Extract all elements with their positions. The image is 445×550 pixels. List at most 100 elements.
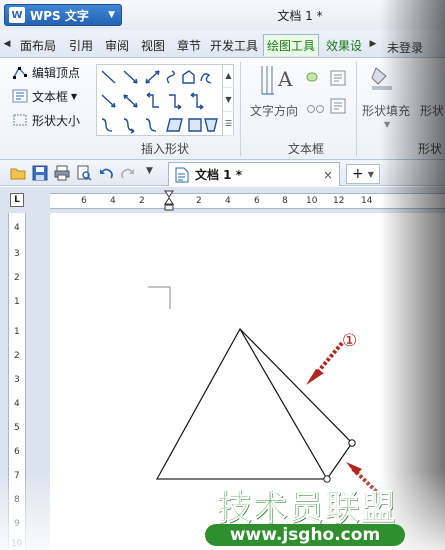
shape-size-icon <box>12 113 28 127</box>
open-folder-icon[interactable] <box>10 165 26 181</box>
textbox-link-icon[interactable] <box>306 70 322 87</box>
shape-outline-label[interactable]: 形状 <box>420 102 444 119</box>
tab-references[interactable]: 引用 <box>64 34 98 56</box>
tab-effects[interactable]: 效果设 <box>321 34 367 56</box>
svg-text:A: A <box>277 67 293 91</box>
window-title: 文档 1 * <box>277 9 323 23</box>
plus-icon: + <box>352 166 364 182</box>
insert-shapes-group-label: 插入形状 <box>140 142 189 156</box>
customize-toolbar-icon[interactable]: ▼ <box>146 166 153 176</box>
ruler-label: 2 <box>196 196 202 206</box>
chevron-down-icon[interactable]: ▼ <box>384 120 390 129</box>
triangle-shape[interactable] <box>155 327 329 480</box>
ruler-label: 10 <box>11 539 23 549</box>
close-icon[interactable]: × <box>323 168 333 182</box>
tab-view[interactable]: 视图 <box>136 34 170 56</box>
shape-size-button[interactable]: 形状大小 <box>12 110 80 130</box>
watermark-brand: 技术员联盟 <box>217 488 397 529</box>
new-tab-button[interactable]: + ▼ <box>346 164 380 184</box>
ruler-label: 12 <box>333 196 345 206</box>
vertical-ruler[interactable]: 4 3 2 1 1 2 3 4 5 6 7 8 9 10 <box>8 213 26 550</box>
shape-fill-label[interactable]: 形状填充 <box>362 102 410 119</box>
vertices-icon <box>12 65 28 79</box>
tab-drawing-tools[interactable]: 绘图工具 <box>263 34 319 56</box>
tab-developer[interactable]: 开发工具 <box>206 34 262 56</box>
chevron-down-icon: ▼ <box>367 169 374 179</box>
title-bar: W WPS 文字 ▼ 文档 1 * <box>0 0 445 30</box>
ruler-label: 9 <box>14 519 20 529</box>
gallery-down-icon[interactable]: ▼ <box>223 88 234 112</box>
vertex-handle[interactable] <box>348 439 356 447</box>
gallery-up-icon[interactable]: ▲ <box>223 64 234 88</box>
arrowhead-icon <box>306 369 324 385</box>
ruler-label: 8 <box>282 196 288 206</box>
textbox-fit-icon[interactable] <box>330 98 346 117</box>
ribbon-separator <box>240 62 241 156</box>
ruler-label: 14 <box>361 196 373 206</box>
gallery-more-icon[interactable]: ☰ <box>223 112 234 136</box>
tab-scroll-left-icon[interactable]: ◀ <box>2 35 12 53</box>
horizontal-ruler-row: L 6 4 2 2 4 6 8 10 12 14 <box>0 187 445 213</box>
edit-vertices-label: 编辑顶点 <box>32 65 81 80</box>
ruler-label: 1 <box>14 297 20 307</box>
ruler-label: 2 <box>14 273 20 283</box>
ruler-label: 4 <box>110 196 116 206</box>
login-link[interactable]: 未登录 <box>387 39 423 56</box>
ruler-label: 6 <box>254 196 260 206</box>
indent-marker-icon[interactable] <box>164 190 174 212</box>
shape-fill-icon[interactable] <box>370 64 394 95</box>
ribbon-tab-bar: ◀ 面布局 引用 审阅 视图 章节 开发工具 绘图工具 效果设 ▶ 未登录 <box>0 30 445 58</box>
ruler-label: 2 <box>14 351 20 361</box>
ruler-label: 5 <box>14 423 20 433</box>
left-margin <box>0 213 8 550</box>
document-icon <box>175 167 189 182</box>
print-icon[interactable] <box>54 165 70 181</box>
ruler-label: 3 <box>14 249 20 259</box>
arrowhead-icon <box>346 462 362 475</box>
tab-stop-selector[interactable]: L <box>10 193 24 207</box>
watermark-url: www.jsgho.com <box>205 524 405 546</box>
tab-section[interactable]: 章节 <box>172 34 206 56</box>
tab-scroll-right-icon[interactable]: ▶ <box>368 35 378 53</box>
text-box-label: 文本框 <box>32 89 69 104</box>
redo-icon[interactable] <box>120 165 136 181</box>
tab-page-layout[interactable]: 面布局 <box>14 34 62 56</box>
ruler-label: 3 <box>14 375 20 385</box>
margin-corner-mark <box>148 286 171 309</box>
print-preview-icon[interactable] <box>76 165 92 181</box>
ruler-label: 2 <box>139 196 145 206</box>
edit-vertices-button[interactable]: 编辑顶点 <box>12 62 80 82</box>
text-direction-label[interactable]: 文字方向 <box>250 102 298 119</box>
shape-style-group-label: 形状 <box>417 142 442 156</box>
ribbon-separator <box>356 62 357 156</box>
annotation-marker: ① <box>342 331 358 351</box>
ruler-label: 4 <box>14 223 20 233</box>
document-tab-label: 文档 1 * <box>195 168 242 182</box>
quick-access-toolbar: ▼ 文档 1 * × + ▼ <box>0 160 445 186</box>
ruler-label: 10 <box>306 196 318 206</box>
ruler-label: 6 <box>81 196 87 206</box>
unlink-icon[interactable] <box>306 102 326 119</box>
wps-logo-icon: W <box>9 7 25 23</box>
shapes-gallery-scroll[interactable]: ▲ ▼ ☰ <box>222 64 234 136</box>
textbox-style-icon[interactable] <box>330 70 346 89</box>
textbox-group-label: 文本框 <box>287 142 324 156</box>
document-tab[interactable]: 文档 1 * × <box>168 162 340 186</box>
tab-review[interactable]: 审阅 <box>100 34 134 56</box>
save-icon[interactable] <box>32 165 48 181</box>
horizontal-ruler[interactable]: 6 4 2 2 4 6 8 10 12 14 <box>50 190 445 212</box>
ruler-label: 8 <box>14 495 20 505</box>
ruler-label: 1 <box>14 327 20 337</box>
wps-menu-button[interactable]: W WPS 文字 ▼ <box>4 4 122 26</box>
undo-icon[interactable] <box>98 165 114 181</box>
text-direction-icon[interactable]: A <box>258 62 298 98</box>
ruler-label: 7 <box>14 471 20 481</box>
ruler-label: 4 <box>14 399 20 409</box>
wps-menu-label: WPS 文字 <box>30 8 89 23</box>
shapes-gallery-icons <box>101 70 218 134</box>
shapes-gallery[interactable] <box>96 64 234 136</box>
chevron-down-icon: ▼ <box>71 91 78 101</box>
watermark: 技术员联盟 www.jsgho.com <box>205 480 425 550</box>
chevron-down-icon: ▼ <box>108 10 115 20</box>
text-box-button[interactable]: 文本框 ▼ <box>12 86 77 106</box>
